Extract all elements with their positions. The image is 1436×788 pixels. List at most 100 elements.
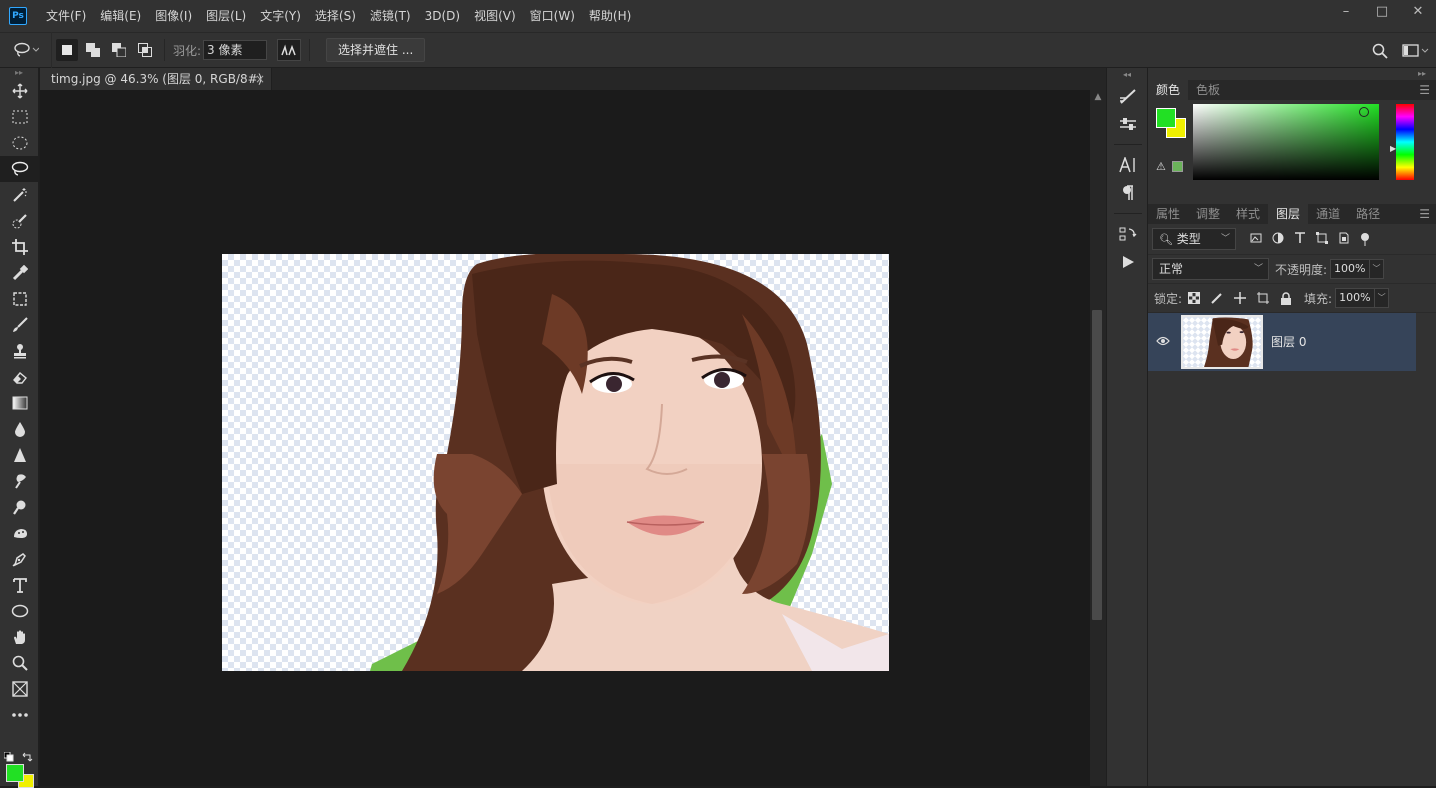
tab-properties[interactable]: 属性 — [1148, 204, 1188, 224]
lock-position-icon[interactable] — [1234, 292, 1247, 304]
tool-preset-picker[interactable] — [0, 32, 52, 68]
sharpen-tool[interactable] — [0, 442, 39, 468]
shape-tool[interactable] — [0, 598, 39, 624]
vertical-scrollbar[interactable]: ▲ — [1090, 90, 1106, 786]
panel-menu-icon[interactable]: ☰ — [1419, 204, 1430, 224]
scroll-up-icon[interactable]: ▲ — [1090, 92, 1106, 102]
subtract-selection-button[interactable] — [108, 39, 130, 61]
quick-select-tool[interactable] — [0, 208, 39, 234]
smart-object-filter-icon[interactable] — [1338, 232, 1350, 244]
tab-color[interactable]: 颜色 — [1148, 80, 1189, 100]
menu-window[interactable]: 窗口(W) — [523, 0, 582, 32]
layer-thumbnail[interactable] — [1181, 315, 1263, 369]
tab-channels[interactable]: 通道 — [1308, 204, 1348, 224]
opacity-dropdown-icon[interactable]: ﹀ — [1370, 259, 1385, 279]
eye-icon[interactable] — [1156, 335, 1170, 349]
close-window-button[interactable]: ✕ — [1400, 0, 1436, 22]
ellipse-marquee-tool[interactable] — [0, 130, 39, 156]
clone-stamp-tool[interactable] — [0, 338, 39, 364]
foreground-color-swatch[interactable] — [6, 764, 24, 782]
hue-slider[interactable] — [1396, 104, 1414, 180]
artboard-tool[interactable] — [0, 676, 39, 702]
menu-edit[interactable]: 编辑(E) — [93, 0, 148, 32]
move-tool[interactable] — [0, 78, 39, 104]
blur-tool[interactable] — [0, 416, 39, 442]
color-field[interactable] — [1193, 104, 1379, 180]
adjustment-filter-icon[interactable] — [1272, 232, 1284, 244]
color-picker-marker[interactable] — [1359, 107, 1369, 117]
menu-type[interactable]: 文字(Y) — [253, 0, 308, 32]
crop-tool[interactable] — [0, 234, 39, 260]
panel-menu-icon[interactable]: ☰ — [1419, 80, 1430, 100]
sponge-tool[interactable] — [0, 520, 39, 546]
layer-row[interactable]: 图层 0 — [1148, 313, 1416, 371]
tab-styles[interactable]: 样式 — [1228, 204, 1268, 224]
gradient-tool[interactable] — [0, 390, 39, 416]
hand-tool[interactable] — [0, 624, 39, 650]
color-panel-foreground-swatch[interactable] — [1156, 108, 1176, 128]
zoom-tool[interactable] — [0, 650, 39, 676]
actions-panel-button[interactable] — [1107, 248, 1149, 276]
brush-settings-button[interactable] — [1107, 82, 1149, 110]
lasso-tool[interactable] — [0, 156, 39, 182]
gamut-warning-icon[interactable]: ⚠ — [1156, 160, 1166, 173]
eyedropper-tool[interactable] — [0, 260, 39, 286]
eraser-tool[interactable] — [0, 364, 39, 390]
maximize-button[interactable]: □ — [1364, 0, 1400, 22]
blend-mode-select[interactable]: 正常 ﹀ — [1152, 258, 1269, 280]
menu-3d[interactable]: 3D(D) — [418, 0, 467, 32]
layer-name[interactable]: 图层 0 — [1271, 333, 1306, 350]
canvas-area[interactable] — [40, 90, 1090, 786]
tab-swatches[interactable]: 色板 — [1188, 80, 1228, 100]
history-panel-button[interactable] — [1107, 220, 1149, 248]
toolbar-collapse-icon[interactable]: ▸▸ — [0, 68, 38, 78]
pen-tool[interactable] — [0, 546, 39, 572]
character-panel-button[interactable] — [1107, 151, 1149, 179]
document-canvas[interactable] — [222, 254, 889, 671]
smudge-tool[interactable] — [0, 468, 39, 494]
burn-tool[interactable] — [0, 494, 39, 520]
fill-dropdown-icon[interactable]: ﹀ — [1375, 288, 1390, 308]
scrollbar-thumb[interactable] — [1092, 310, 1102, 620]
filter-toggle-icon[interactable] — [1360, 232, 1370, 246]
brush-tool[interactable] — [0, 312, 39, 338]
default-colors-icon[interactable] — [4, 752, 14, 762]
expand-panels-icon[interactable]: ▸▸ — [1148, 68, 1436, 80]
anti-alias-button[interactable] — [277, 39, 302, 61]
search-icon[interactable] — [1372, 43, 1388, 59]
menu-select[interactable]: 选择(S) — [308, 0, 363, 32]
tab-layers[interactable]: 图层 — [1268, 204, 1309, 224]
menu-help[interactable]: 帮助(H) — [582, 0, 638, 32]
menu-file[interactable]: 文件(F) — [39, 0, 93, 32]
document-tab[interactable]: timg.jpg @ 46.3% (图层 0, RGB/8#) * × — [40, 68, 272, 108]
lock-transparent-icon[interactable] — [1188, 292, 1201, 304]
rect-marquee-tool[interactable] — [0, 104, 39, 130]
menu-filter[interactable]: 滤镜(T) — [363, 0, 418, 32]
tab-paths[interactable]: 路径 — [1348, 204, 1388, 224]
type-tool[interactable] — [0, 572, 39, 598]
opacity-input[interactable]: 100% — [1330, 259, 1371, 279]
menu-layer[interactable]: 图层(L) — [199, 0, 253, 32]
workspace-icon[interactable] — [1402, 44, 1430, 58]
fill-input[interactable]: 100% — [1335, 288, 1376, 308]
swap-colors-icon[interactable] — [22, 752, 34, 762]
websafe-color-swatch[interactable] — [1172, 161, 1183, 172]
frame-tool[interactable] — [0, 286, 39, 312]
feather-input[interactable]: 3 像素 — [203, 40, 268, 60]
select-and-mask-button[interactable]: 选择并遮住 ... — [326, 38, 426, 62]
menu-view[interactable]: 视图(V) — [467, 0, 523, 32]
lock-pixels-icon[interactable] — [1211, 292, 1223, 304]
intersect-selection-button[interactable] — [134, 39, 156, 61]
filter-kind-select[interactable]: 🔍︎ 类型 ﹀ — [1152, 228, 1236, 250]
magic-wand-tool[interactable] — [0, 182, 39, 208]
lock-artboard-icon[interactable] — [1257, 292, 1270, 304]
new-selection-button[interactable] — [56, 39, 78, 61]
close-tab-icon[interactable]: × — [255, 68, 265, 90]
pixel-filter-icon[interactable] — [1250, 232, 1262, 244]
minimize-button[interactable]: – — [1328, 0, 1364, 22]
lock-all-icon[interactable] — [1280, 291, 1292, 305]
add-selection-button[interactable] — [82, 39, 104, 61]
collapse-panels-icon[interactable]: ◂◂ — [1107, 68, 1147, 82]
adjustments-button[interactable] — [1107, 110, 1149, 138]
type-filter-icon[interactable] — [1294, 232, 1306, 244]
